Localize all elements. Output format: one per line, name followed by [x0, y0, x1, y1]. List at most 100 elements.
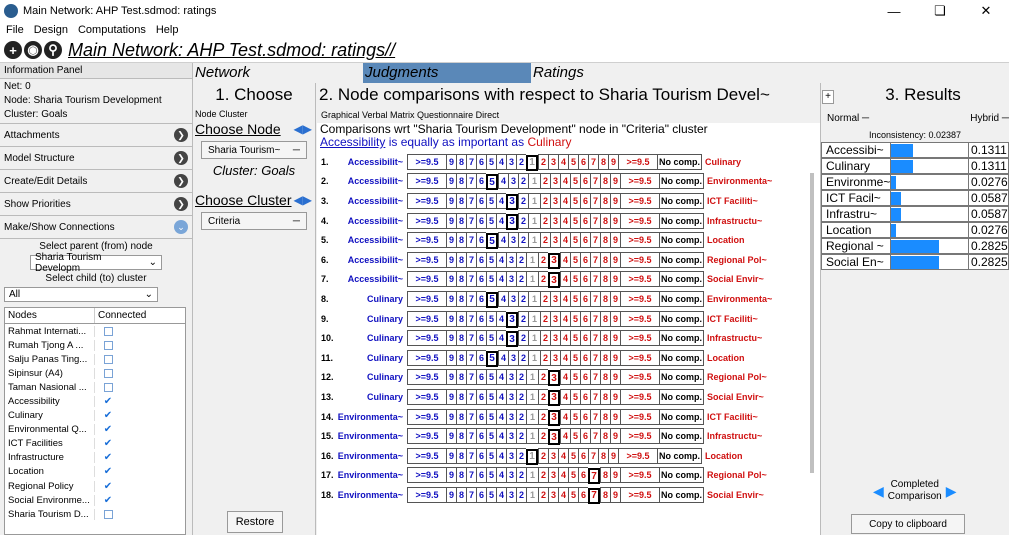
scale-left-6[interactable]: 6	[476, 349, 486, 366]
chevron-right-icon[interactable]: ❯	[174, 174, 188, 188]
connected-checkbox[interactable]	[101, 381, 115, 393]
scale-left-7[interactable]: 7	[466, 290, 476, 307]
scale-left-7[interactable]: 7	[466, 467, 476, 484]
scale-right-2[interactable]: 2	[538, 467, 548, 484]
chevron-down-icon[interactable]: ⌄	[174, 220, 188, 234]
scale-left-5[interactable]: 5	[486, 174, 498, 191]
scale-right-4[interactable]: 4	[560, 232, 570, 249]
scale-right-7[interactable]: 7	[590, 251, 600, 268]
scale-left-4[interactable]: 4	[496, 251, 506, 268]
scale-left-4[interactable]: 4	[496, 447, 506, 464]
scale-right-9[interactable]: 9	[610, 251, 620, 268]
no-comparison-cell[interactable]: No comp.	[659, 310, 704, 327]
scale-right-2[interactable]: 2	[538, 271, 548, 288]
scale-right-8[interactable]: 8	[600, 349, 610, 366]
scale-left-8[interactable]: 8	[456, 212, 466, 229]
scale-left-9[interactable]: 9	[446, 153, 456, 170]
scale-left-6[interactable]: 6	[476, 192, 486, 209]
navigate-arrows-icon[interactable]: ◀▶	[294, 193, 312, 207]
chevron-right-icon[interactable]: ❯	[174, 197, 188, 211]
scale-right-4[interactable]: 4	[558, 447, 568, 464]
scale-equal[interactable]: 1	[526, 251, 538, 268]
extreme-right-cell[interactable]: >=9.5	[620, 349, 659, 366]
connected-checkbox[interactable]: ✔	[101, 424, 115, 436]
scale-right-9[interactable]: 9	[610, 428, 620, 445]
scale-right-4[interactable]: 4	[558, 467, 568, 484]
scale-right-8[interactable]: 8	[600, 173, 610, 190]
table-row[interactable]: Location ✔	[5, 465, 185, 479]
scale-right-3[interactable]: 3	[550, 212, 560, 229]
node-select[interactable]: Sharia Tourism~ ─	[201, 141, 307, 159]
table-row[interactable]: Accessibility ✔	[5, 394, 185, 408]
table-row[interactable]: Infrastructure ✔	[5, 451, 185, 465]
scale-right-7[interactable]: 7	[590, 369, 600, 386]
scale-left-7[interactable]: 7	[466, 173, 476, 190]
scale-left-5[interactable]: 5	[486, 467, 496, 484]
scale-right-6[interactable]: 6	[580, 310, 590, 327]
scale-left-4[interactable]: 4	[496, 486, 506, 503]
scale-right-6[interactable]: 6	[580, 232, 590, 249]
scale-equal[interactable]: 1	[528, 173, 540, 190]
scale-left-3[interactable]: 3	[506, 193, 518, 210]
scale-left-5[interactable]: 5	[486, 291, 498, 308]
extreme-right-cell[interactable]: >=9.5	[620, 271, 659, 288]
scale-left-3[interactable]: 3	[508, 173, 518, 190]
scale-left-8[interactable]: 8	[456, 467, 466, 484]
no-comparison-cell[interactable]: No comp.	[659, 349, 704, 366]
scale-left-9[interactable]: 9	[446, 232, 456, 249]
table-row[interactable]: Social Environme... ✔	[5, 493, 185, 507]
scale-left-9[interactable]: 9	[446, 310, 456, 327]
scale-left-3[interactable]: 3	[506, 467, 516, 484]
scale-right-2[interactable]: 2	[540, 212, 550, 229]
scale-right-3[interactable]: 3	[548, 389, 560, 406]
extreme-right-cell[interactable]: >=9.5	[620, 388, 659, 405]
scale-left-5[interactable]: 5	[486, 350, 498, 367]
scale-left-2[interactable]: 2	[516, 153, 526, 170]
scale-left-8[interactable]: 8	[456, 271, 466, 288]
scale-right-2[interactable]: 2	[540, 173, 550, 190]
scale-right-2[interactable]: 2	[540, 310, 550, 327]
scale-right-8[interactable]: 8	[598, 447, 608, 464]
table-row[interactable]: ICT Facilities ✔	[5, 437, 185, 451]
scale-left-3[interactable]: 3	[506, 388, 516, 405]
table-row[interactable]: Rahmat Internati...	[5, 324, 185, 338]
scale-right-3[interactable]: 3	[548, 447, 558, 464]
no-comparison-cell[interactable]: No comp.	[659, 212, 704, 229]
scale-right-5[interactable]: 5	[570, 173, 580, 190]
scale-left-2[interactable]: 2	[516, 408, 526, 425]
create-edit-details-row[interactable]: Create/Edit Details ❯	[0, 170, 192, 193]
scale-right-3[interactable]: 3	[550, 232, 560, 249]
scale-right-3[interactable]: 3	[548, 370, 560, 387]
extreme-right-cell[interactable]: >=9.5	[620, 428, 659, 445]
no-comparison-cell[interactable]: No comp.	[659, 232, 704, 249]
scale-right-2[interactable]: 2	[538, 388, 548, 405]
scale-right-3[interactable]: 3	[550, 290, 560, 307]
scale-left-9[interactable]: 9	[446, 330, 456, 347]
no-comparison-cell[interactable]: No comp.	[659, 388, 704, 405]
scale-right-2[interactable]: 2	[538, 486, 548, 503]
extreme-left-cell[interactable]: >=9.5	[407, 428, 446, 445]
connected-checkbox[interactable]: ✔	[101, 466, 115, 478]
no-comparison-cell[interactable]: No comp.	[659, 271, 704, 288]
extreme-right-cell[interactable]: >=9.5	[620, 232, 659, 249]
extreme-left-cell[interactable]: >=9.5	[407, 251, 446, 268]
scale-right-2[interactable]: 2	[538, 447, 548, 464]
scale-left-9[interactable]: 9	[446, 173, 456, 190]
scale-right-7[interactable]: 7	[590, 428, 600, 445]
eye-icon[interactable]: ◉	[24, 41, 42, 59]
scale-right-4[interactable]: 4	[560, 330, 570, 347]
extreme-left-cell[interactable]: >=9.5	[407, 467, 446, 484]
no-comparison-cell[interactable]: No comp.	[659, 408, 704, 425]
attachments-row[interactable]: Attachments ❯	[0, 124, 192, 147]
scale-left-5[interactable]: 5	[486, 310, 496, 327]
scale-right-9[interactable]: 9	[610, 310, 620, 327]
tab-network[interactable]: Network	[193, 63, 317, 83]
extreme-right-cell[interactable]: >=9.5	[620, 330, 659, 347]
child-select[interactable]: All ⌄	[4, 287, 158, 302]
scale-right-2[interactable]: 2	[540, 290, 550, 307]
scale-left-7[interactable]: 7	[466, 428, 476, 445]
connected-checkbox[interactable]: ✔	[101, 410, 115, 422]
scale-right-5[interactable]: 5	[570, 349, 580, 366]
table-row[interactable]: Environmental Q... ✔	[5, 423, 185, 437]
scale-left-8[interactable]: 8	[456, 408, 466, 425]
